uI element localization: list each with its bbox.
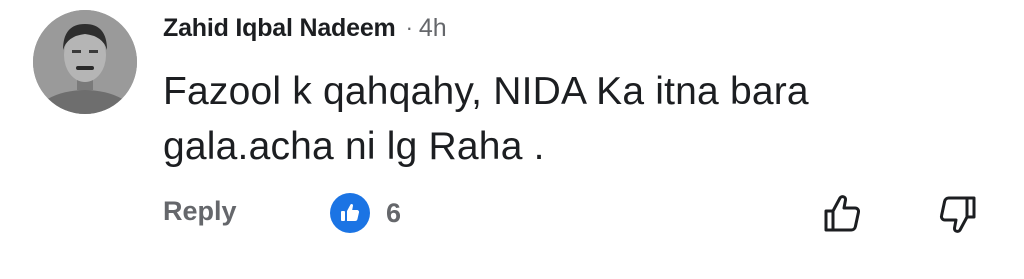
avatar[interactable] — [33, 10, 137, 114]
reaction-summary[interactable]: 6 — [330, 193, 401, 233]
separator-dot: · — [405, 15, 413, 40]
reaction-count: 6 — [386, 197, 402, 228]
thumb-down-outline-icon — [939, 196, 976, 233]
thumb-down-button[interactable] — [933, 189, 983, 239]
comment-text-line-2: gala.acha ni lg Raha . — [163, 125, 545, 168]
avatar-photo — [33, 10, 137, 114]
comment-text: Fazool k qahqahy, NIDA Ka itna bara gala… — [163, 64, 923, 174]
like-icon — [330, 193, 370, 233]
comment-text-line-1: Fazool k qahqahy, NIDA Ka itna bara — [163, 70, 809, 113]
comment-header: Zahid Iqbal Nadeem · 4h — [163, 12, 447, 44]
thumb-up-outline-icon — [824, 195, 861, 232]
reply-button[interactable]: Reply — [163, 196, 237, 227]
timestamp[interactable]: 4h — [419, 14, 447, 43]
thumb-up-button[interactable] — [817, 189, 867, 239]
author-name[interactable]: Zahid Iqbal Nadeem — [163, 14, 396, 43]
